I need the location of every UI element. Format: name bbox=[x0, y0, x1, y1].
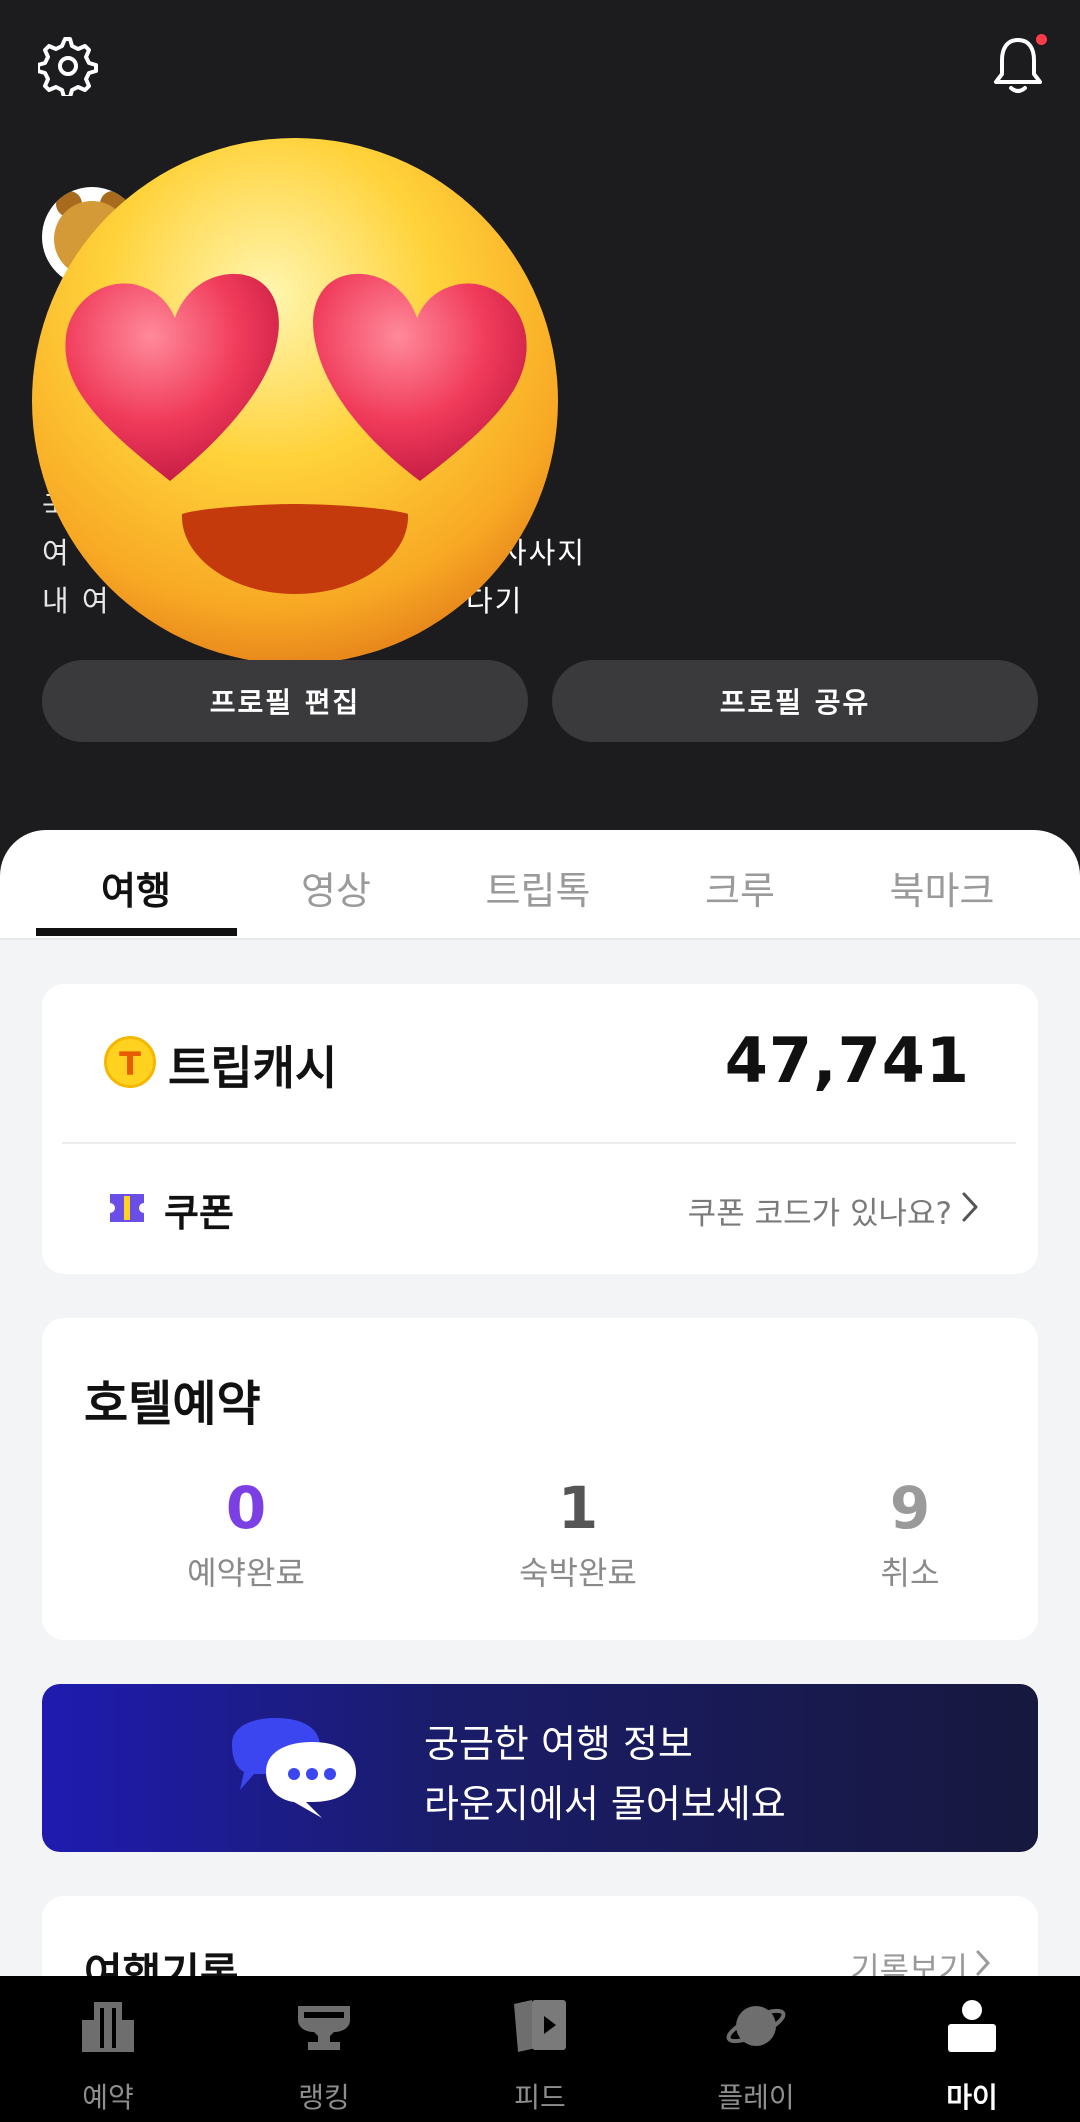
notification-badge-dot bbox=[1036, 34, 1047, 45]
hotel-reservation-card: 호텔예약 0 예약완료 1 숙박완료 9 취소 bbox=[42, 1318, 1038, 1640]
person-icon bbox=[948, 2000, 996, 2052]
nav-play[interactable]: 플레이 bbox=[648, 1976, 864, 2122]
feed-play-icon bbox=[514, 2000, 566, 2052]
nav-label: 플레이 bbox=[717, 2081, 795, 2114]
nav-label: 마이 bbox=[946, 2081, 998, 2114]
lounge-banner[interactable]: 궁금한 여행 정보 라운지에서 물어보세요 bbox=[42, 1684, 1038, 1852]
banner-line2: 라운지에서 물어보세요 bbox=[424, 1782, 786, 1826]
profile-tab-bar: 여행 영상 트립톡 크루 북마크 bbox=[0, 830, 1080, 940]
cancelled-stat[interactable]: 9 취소 bbox=[800, 1474, 1020, 1594]
chat-bubbles-icon bbox=[232, 1718, 356, 1818]
tab-video[interactable]: 영상 bbox=[236, 860, 436, 915]
trophy-icon bbox=[298, 2006, 350, 2050]
stat-value: 1 bbox=[557, 1474, 599, 1542]
reservation-completed-stat[interactable]: 0 예약완료 bbox=[136, 1474, 356, 1594]
banner-text: 궁금한 여행 정보 라운지에서 물어보세요 bbox=[424, 1714, 786, 1834]
tab-travel[interactable]: 여행 bbox=[36, 860, 236, 915]
tripcash-coin-icon: T bbox=[104, 1036, 156, 1088]
stat-label: 취소 bbox=[880, 1554, 940, 1592]
building-icon bbox=[82, 2002, 134, 2052]
coupon-ticket-icon bbox=[110, 1194, 144, 1222]
nav-feed[interactable]: 피드 bbox=[432, 1976, 648, 2122]
stat-value: 9 bbox=[889, 1474, 931, 1542]
divider bbox=[62, 1142, 1016, 1144]
stat-label: 예약완료 bbox=[187, 1554, 305, 1592]
tripcash-label[interactable]: 트립캐시 bbox=[168, 1032, 337, 1098]
edit-profile-button[interactable]: 프로필 편집 bbox=[42, 660, 528, 742]
nav-label: 피드 bbox=[514, 2081, 566, 2114]
nav-booking[interactable]: 예약 bbox=[0, 1976, 216, 2122]
tripcash-card: T 트립캐시 47,741 쿠폰 쿠폰 코드가 있나요? bbox=[42, 984, 1038, 1274]
tab-triptalk[interactable]: 트립톡 bbox=[438, 860, 638, 915]
chevron-right-icon[interactable] bbox=[960, 1190, 980, 1224]
share-profile-button[interactable]: 프로필 공유 bbox=[552, 660, 1038, 742]
settings-gear-icon[interactable] bbox=[38, 36, 98, 96]
nav-my[interactable]: 마이 bbox=[864, 1976, 1080, 2122]
heart-eyes-emoji-sticker bbox=[32, 138, 558, 664]
coupon-label: 쿠폰 bbox=[164, 1191, 234, 1235]
tab-crew[interactable]: 크루 bbox=[640, 860, 840, 915]
active-tab-indicator bbox=[36, 928, 237, 936]
bottom-navigation: 예약 랭킹 피드 플레이 마이 bbox=[0, 1976, 1080, 2122]
banner-line1: 궁금한 여행 정보 bbox=[424, 1722, 693, 1766]
coupon-code-link[interactable]: 쿠폰 코드가 있나요? bbox=[688, 1188, 952, 1233]
chevron-right-icon[interactable] bbox=[974, 1948, 992, 1978]
tab-bookmark[interactable]: 북마크 bbox=[842, 860, 1042, 915]
stat-label: 숙박완료 bbox=[519, 1554, 637, 1592]
tripcash-value[interactable]: 47,741 bbox=[725, 1024, 970, 1097]
stay-completed-stat[interactable]: 1 숙박완료 bbox=[468, 1474, 688, 1594]
planet-icon bbox=[726, 2006, 786, 2046]
nav-label: 예약 bbox=[82, 2081, 134, 2114]
nav-ranking[interactable]: 랭킹 bbox=[216, 1976, 432, 2122]
nav-label: 랭킹 bbox=[298, 2081, 350, 2114]
coin-letter: T bbox=[119, 1045, 141, 1083]
hotel-reservation-title: 호텔예약 bbox=[84, 1376, 261, 1432]
stat-value: 0 bbox=[225, 1474, 267, 1542]
